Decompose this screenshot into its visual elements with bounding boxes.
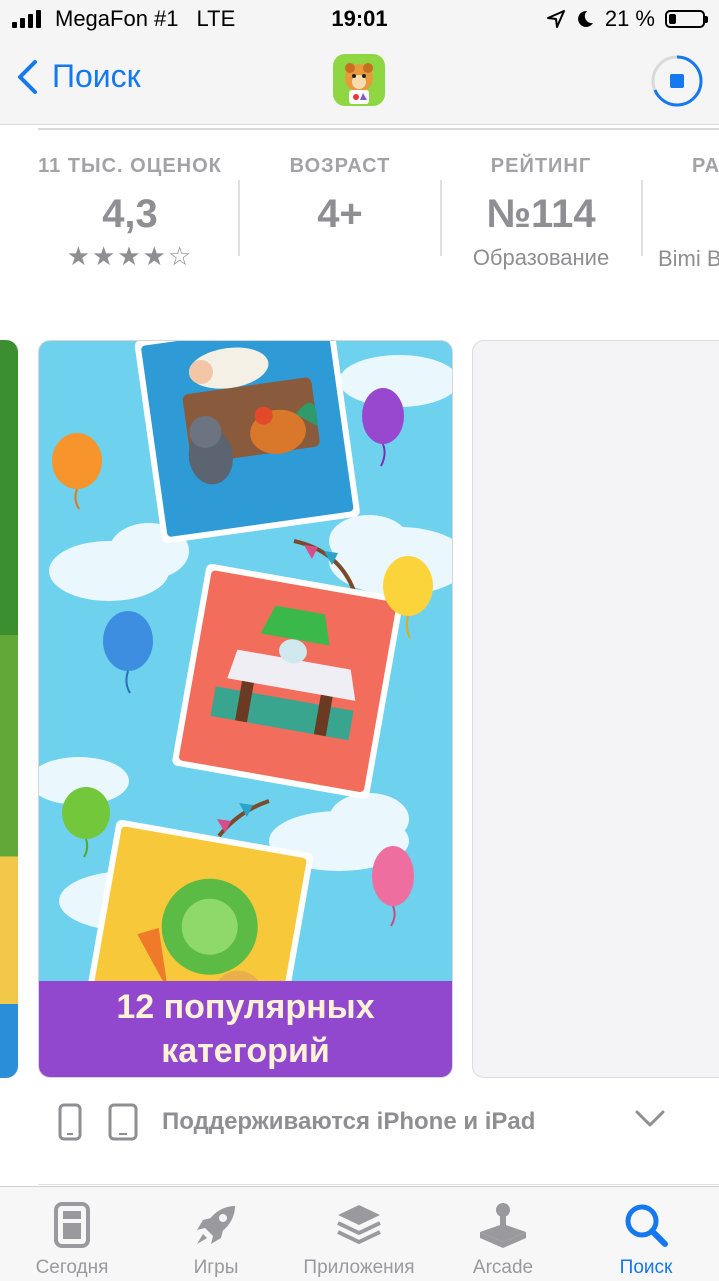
stat-age: ВОЗРАСТ 4+ <box>255 155 425 237</box>
stat-developer[interactable]: РА Bimi B <box>652 155 719 272</box>
stat-chart[interactable]: РЕЙТИНГ №114 Образование <box>450 155 632 271</box>
search-icon <box>625 1204 668 1247</box>
tab-label: Сегодня <box>35 1257 109 1278</box>
tab-label: Приложения <box>303 1257 415 1278</box>
today-icon <box>54 1202 90 1248</box>
stat-value: 4,3 <box>102 192 158 236</box>
divider <box>238 180 240 256</box>
divider <box>38 128 719 130</box>
chevron-down-icon <box>635 1110 665 1127</box>
ipad-icon <box>108 1103 138 1141</box>
iphone-icon <box>58 1103 82 1141</box>
tab-games[interactable]: Игры <box>146 1199 286 1279</box>
tab-label: Игры <box>193 1257 239 1278</box>
apps-stack-icon <box>337 1205 381 1244</box>
battery-percent: 21 % <box>604 6 655 31</box>
stat-value: 4+ <box>317 192 363 236</box>
stat-sub: Образование <box>472 245 610 270</box>
star-rating: ★★★★☆ <box>66 241 194 271</box>
joystick-icon <box>480 1203 526 1248</box>
stat-value: №114 <box>486 192 596 236</box>
divider <box>440 180 442 256</box>
tab-label: Arcade <box>472 1257 534 1278</box>
status-bar: MegaFon #1 LTE 19:01 21 % <box>0 0 719 40</box>
stat-label: РЕЙТИНГ <box>490 155 592 177</box>
tab-arcade[interactable]: Arcade <box>433 1199 573 1279</box>
app-icon <box>333 54 385 106</box>
chevron-left-icon <box>18 59 37 94</box>
rocket-icon <box>197 1206 235 1244</box>
screenshot-main[interactable]: 12 популярных категорий <box>38 340 453 1078</box>
back-label: Поиск <box>52 58 141 94</box>
screenshot-banner: 12 популярных категорий <box>39 981 452 1077</box>
stat-label: 11 ТЫС. ОЦЕНОК <box>38 155 222 177</box>
nav-bar: Поиск <box>0 40 719 125</box>
tab-today[interactable]: Сегодня <box>2 1199 142 1279</box>
location-icon <box>546 10 565 28</box>
stat-sub: Bimi B <box>658 246 719 271</box>
divider <box>38 1184 719 1185</box>
status-right: 21 % <box>546 6 708 32</box>
banner-text: 12 популярных категорий <box>116 987 375 1070</box>
screenshot-illustration <box>39 341 452 1055</box>
battery-icon <box>665 10 708 28</box>
back-button[interactable]: Поиск <box>16 58 141 95</box>
tab-label: Поиск <box>619 1257 673 1278</box>
screenshot-previous[interactable] <box>0 340 18 1078</box>
screenshot-next[interactable] <box>472 340 719 1078</box>
divider <box>641 180 643 256</box>
tab-apps[interactable]: Приложения <box>289 1199 429 1279</box>
stat-label: ВОЗРАСТ <box>289 155 391 177</box>
download-stop-button[interactable] <box>650 54 704 108</box>
stat-value <box>652 192 719 238</box>
moon-icon <box>577 10 593 27</box>
stat-ratings[interactable]: 11 ТЫС. ОЦЕНОК 4,3 ★★★★☆ <box>38 155 222 272</box>
supported-devices-row[interactable]: Поддерживаются iPhone и iPad <box>58 1100 698 1144</box>
tab-search[interactable]: Поиск <box>576 1199 716 1279</box>
stat-label: РА <box>692 155 719 177</box>
tab-bar: Сегодня Игры Приложения Arcade Поиск <box>0 1186 719 1281</box>
supported-devices-text: Поддерживаются iPhone и iPad <box>162 1108 536 1135</box>
download-stop-icon <box>651 55 703 107</box>
